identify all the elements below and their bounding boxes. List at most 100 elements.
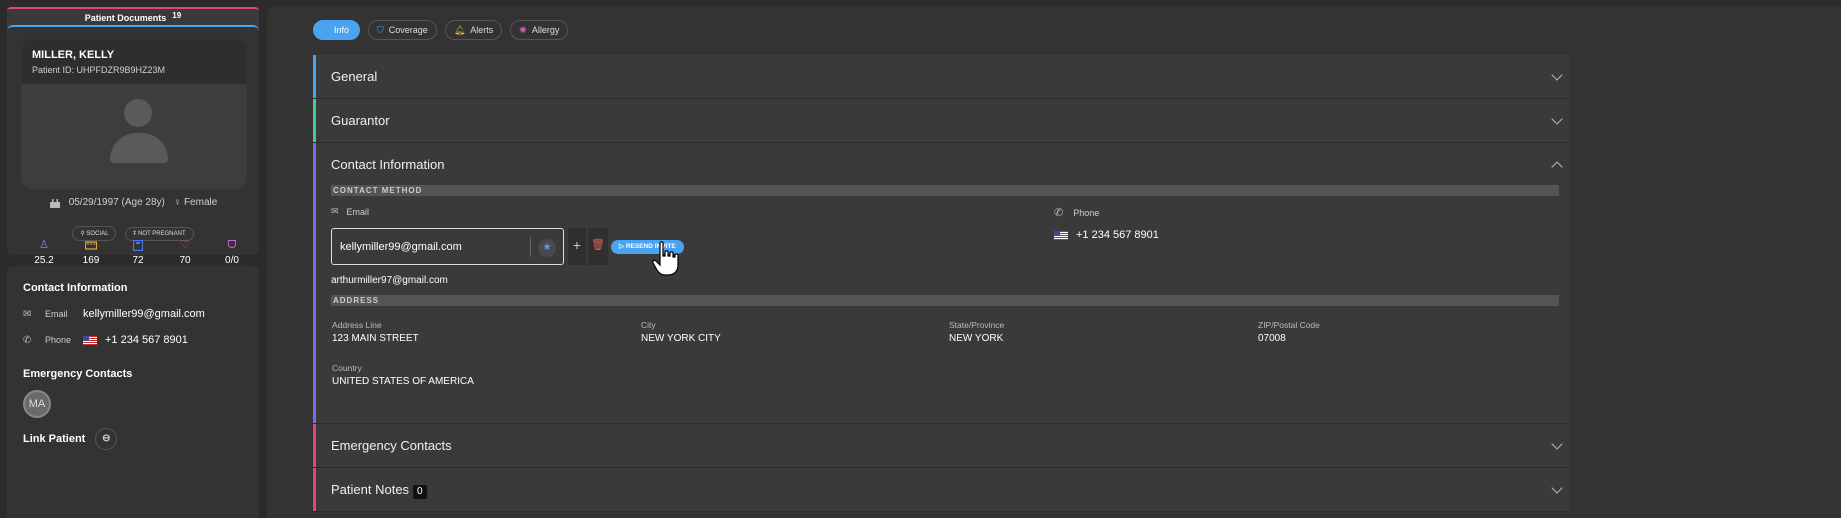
tab-coverage-label: Coverage [388,25,428,35]
country-value: UNITED STATES OF AMERICA [332,376,474,387]
city-label: City [641,320,656,330]
section-general[interactable]: General [313,55,1569,99]
tab-info[interactable]: Info [313,20,361,40]
tab-alerts[interactable]: 🔔︎ Alerts [444,20,503,40]
vital-respiration-value: 0/0 [225,255,239,266]
sidebar-contact-title: Contact Information [23,282,128,294]
us-flag-icon [83,335,97,345]
country-label: Country [332,363,362,373]
tab-allergy[interactable]: ✺ Allergy [510,20,569,40]
sex-text: Female [183,197,218,209]
cake-icon [49,197,61,208]
section-emergency-title: Emergency Contacts [331,438,452,453]
sidebar-email-label: Email [45,309,68,319]
contact-body: CONTACT METHOD ✉ Email ✆ Phone kellymill… [331,185,1559,387]
sidebar-phone-value[interactable]: +1 234 567 8901 [105,334,188,346]
tab-info-label: Info [334,25,350,35]
section-general-title: General [331,69,378,84]
vital-bmi: ♙ 25.2 [27,239,61,266]
section-emergency[interactable]: Emergency Contacts [313,424,1569,468]
section-guarantor[interactable]: Guarantor [313,99,1569,143]
link-patient-label: Link Patient [23,433,86,445]
link-icon: ⊖ [102,433,111,444]
plus-icon: + [572,237,582,253]
chevron-down-icon[interactable] [1551,438,1563,450]
phone-label: Phone [1073,207,1100,218]
chevron-down-icon[interactable] [1551,69,1563,81]
tab-coverage[interactable]: ⛉ Coverage [368,20,437,40]
sidebar-emergency-title: Emergency Contacts [23,368,133,380]
chevron-down-icon[interactable] [1551,113,1563,125]
shield-icon: ⛉ [377,25,384,35]
female-icon: ♀ [173,197,182,209]
city-value: NEW YORK CITY [641,333,721,344]
state-field: State/Province NEW YORK [949,320,1004,344]
patient-documents-tab[interactable]: Patient Documents 19 [7,7,259,27]
ruler-icon [74,239,108,251]
address-line-value: 123 MAIN STREET [332,333,419,344]
zip-value: 07008 [1258,333,1286,344]
pregnancy-tag-label: NOT PREGNANT [138,231,186,237]
add-email-button[interactable]: + [568,228,586,265]
emergency-contact-avatar[interactable]: MA [23,390,51,418]
patient-card: MILLER, KELLY Patient ID: UHPFDZR9B9HZ23… [7,25,259,266]
vital-height-value: 169 [82,255,100,266]
phone-value[interactable]: +1 234 567 8901 [1076,229,1159,241]
chevron-down-icon[interactable] [1551,482,1563,494]
notes-count-badge: 0 [413,485,427,499]
email-label-row: ✉ Email [331,206,369,217]
section-notes-bar [313,468,316,511]
state-value: NEW YORK [949,333,1004,344]
phone-label-row: ✆ Phone [1054,206,1099,219]
heart-pulse-icon: ♡ [180,239,190,251]
vital-pulse-value: 70 [179,255,191,266]
avatar-placeholder-body [110,133,168,163]
contact-method-band: CONTACT METHOD [331,185,1559,196]
email-input[interactable]: kellymiller99@gmail.com ★ [331,228,564,265]
alternate-email[interactable]: arthurmiller97@gmail.com [331,275,448,286]
vital-height: 169 [74,239,108,266]
patient-documents-label: Patient Documents [84,13,167,23]
social-tag-label: SOCIAL [86,231,109,237]
section-notes[interactable]: Patient Notes 0 [313,468,1569,512]
sidebar-phone-row: ✆ Phone +1 234 567 8901 [23,334,243,346]
section-guarantor-bar [313,99,316,142]
info-tabs: Info ⛉ Coverage 🔔︎ Alerts ✺ Allergy [313,20,569,40]
left-panel: Patient Documents 19 MILLER, KELLY Patien… [0,0,268,518]
trash-icon: 🗑︎ [591,239,605,251]
link-patient-button[interactable]: ⊖ [95,428,118,450]
section-contact-title[interactable]: Contact Information [331,143,444,186]
section-notes-title: Patient Notes [331,482,410,497]
address-line-label: Address Line [332,320,382,330]
patient-documents-count: 19 [172,11,182,20]
address-band: ADDRESS [331,295,1559,306]
lungs-icon: ᗜ [227,239,237,251]
delete-email-button[interactable]: 🗑︎ [588,228,608,265]
pregnancy-icon: ǂ [132,231,137,237]
sidebar-contact-panel: Contact Information ✉ Email kellymiller9… [7,266,259,518]
dob-row: 05/29/1997 (Age 28y) ♀ Female [7,197,259,208]
filter-icon: ⚲ [80,231,85,237]
chevron-up-icon[interactable] [1551,161,1563,173]
body-icon: ♙ [39,239,49,251]
country-field: Country UNITED STATES OF AMERICA [332,363,474,387]
us-flag-icon [1054,230,1068,240]
email-label: Email [346,206,370,217]
weight-icon [121,239,155,251]
city-field: City NEW YORK CITY [641,320,721,344]
dob-text: 05/29/1997 (Age 28y) [68,197,165,209]
section-emergency-bar [313,424,316,467]
vital-weight-value: 72 [132,255,144,266]
zip-field: ZIP/Postal Code 07008 [1258,320,1320,344]
phone-value-row: +1 234 567 8901 [1054,229,1159,241]
primary-star-icon[interactable]: ★ [538,239,556,257]
vital-pulse: ♡ 70 [168,239,202,266]
vital-weight: 72 [121,239,155,266]
section-guarantor-title: Guarantor [331,113,390,128]
avatar-placeholder-head [124,99,152,127]
sidebar-email-value[interactable]: kellymiller99@gmail.com [83,308,205,320]
email-input-divider [530,237,531,257]
section-contact-bar [313,143,316,423]
mail-icon: ✉ [331,206,339,216]
hand-cursor-icon [652,241,679,276]
